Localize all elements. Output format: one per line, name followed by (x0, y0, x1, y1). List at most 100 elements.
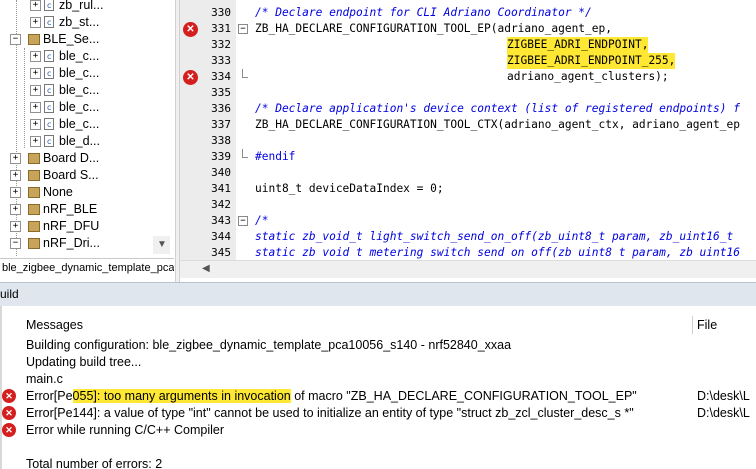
collapse-icon[interactable]: − (10, 238, 21, 249)
expand-icon[interactable]: + (10, 204, 21, 215)
c-file-icon (44, 116, 54, 133)
code-text: ZIGBEE_ADRI_ENDPOINT_255, (507, 53, 676, 69)
tree-item-label: ble_c... (59, 100, 100, 114)
tree-item-label: nRF_Dri... (43, 236, 100, 250)
tree-item-label: zb_rul... (59, 0, 104, 12)
code-line: 341 uint8_t deviceDataIndex = 0; (180, 181, 756, 197)
build-message-error[interactable]: Error[Pe144]: a value of type "int" cann… (26, 405, 634, 422)
line-number: 339 (211, 150, 231, 163)
tree-item-label: None (43, 185, 73, 199)
code-text: /* Declare endpoint for CLI Adriano Coor… (255, 6, 592, 19)
tree-item-label: ble_c... (59, 117, 100, 131)
collapse-icon[interactable]: − (10, 34, 21, 45)
code-line: 339 #endif (180, 149, 756, 165)
column-separator[interactable] (692, 316, 693, 334)
error-icon: ✕ (2, 423, 16, 437)
tree-item-label: ble_c... (59, 49, 100, 63)
code-line: 330 /* Declare endpoint for CLI Adriano … (180, 5, 756, 21)
error-icon[interactable]: ✕ (183, 70, 198, 85)
line-number: 344 (211, 230, 231, 243)
code-line: 333 ZIGBEE_ADRI_ENDPOINT_255, (180, 53, 756, 69)
build-message[interactable]: main.c (26, 371, 63, 388)
code-text: static zb_void_t light_switch_send_on_of… (255, 230, 734, 243)
code-text: adriano_agent_clusters); (507, 70, 669, 83)
code-line: 335 (180, 85, 756, 101)
expand-icon[interactable]: + (30, 102, 41, 113)
code-text: ZIGBEE_ADRI_ENDPOINT, (507, 37, 649, 53)
tree-item-label: BLE_Se... (43, 32, 100, 46)
build-message-file[interactable]: D:\desk\L (697, 405, 750, 422)
line-number: 333 (211, 54, 231, 67)
line-number: 337 (211, 118, 231, 131)
chevron-down-icon[interactable]: ▼ (157, 239, 167, 250)
code-line: 337 ZB_HA_DECLARE_CONFIGURATION_TOOL_CTX… (180, 117, 756, 133)
line-number: 335 (211, 86, 231, 99)
expand-icon[interactable]: + (30, 136, 41, 147)
code-text: /* (255, 214, 269, 227)
folder-icon (28, 34, 40, 45)
code-line: 344 static zb_void_t light_switch_send_o… (180, 229, 756, 245)
tree-item-label: Board D... (43, 151, 100, 165)
expand-icon[interactable]: + (30, 85, 41, 96)
messages-header: Messages File (20, 314, 756, 336)
panel-edge (0, 306, 2, 469)
code-line: ✕ 334 adriano_agent_clusters); (180, 69, 756, 85)
expand-icon[interactable]: + (10, 170, 21, 181)
build-message-file[interactable]: D:\desk\L (697, 388, 750, 405)
expand-icon[interactable]: + (30, 119, 41, 130)
tree-scrollbar[interactable]: ▼ (153, 236, 170, 254)
code-line: 342 (180, 197, 756, 213)
messages-column-header[interactable]: Messages (26, 314, 83, 336)
expand-icon[interactable]: + (10, 221, 21, 232)
line-number: 332 (211, 38, 231, 51)
error-icon: ✕ (2, 389, 16, 403)
line-number: 336 (211, 102, 231, 115)
build-panel-title: uild (0, 282, 756, 306)
workspace-tab[interactable]: ble_zigbee_dynamic_template_pca1 (0, 258, 174, 278)
folder-icon (28, 153, 40, 164)
c-file-icon (44, 0, 54, 14)
error-icon[interactable]: ✕ (183, 22, 198, 37)
highlighted-fragment: 055]: too many arguments in invocation (72, 389, 291, 403)
file-column-header[interactable]: File (697, 314, 717, 336)
build-message-error[interactable]: Error while running C/C++ Compiler (26, 422, 224, 439)
tree-item-label: nRF_BLE (43, 202, 98, 216)
c-file-icon (44, 14, 54, 31)
editor-horizontal-scrollbar[interactable]: ◀ (180, 260, 756, 278)
code-text: uint8_t deviceDataIndex = 0; (255, 182, 444, 195)
expand-icon[interactable]: + (10, 187, 21, 198)
build-message[interactable]: Updating build tree... (26, 354, 141, 371)
tree-item-label: Board S... (43, 168, 99, 182)
line-number: 342 (211, 198, 231, 211)
code-line: 343 − /* (180, 213, 756, 229)
code-text: ZB_HA_DECLARE_CONFIGURATION_TOOL_CTX(adr… (255, 118, 740, 131)
tree-item-label: zb_st... (59, 15, 100, 29)
build-message-error[interactable]: Error[Pe055]: too many arguments in invo… (26, 388, 637, 405)
c-file-icon (44, 133, 54, 150)
line-number: 340 (211, 166, 231, 179)
code-line: 336 /* Declare application's device cont… (180, 101, 756, 117)
c-file-icon (44, 65, 54, 82)
expand-icon[interactable]: + (30, 68, 41, 79)
tree-item-label: ble_d... (59, 134, 101, 148)
fold-collapse-icon[interactable]: − (238, 24, 248, 34)
build-summary[interactable]: Total number of errors: 2 (26, 456, 162, 469)
chevron-left-icon[interactable]: ◀ (202, 263, 210, 274)
fold-collapse-icon[interactable]: − (238, 216, 248, 226)
folder-icon (28, 170, 40, 181)
c-file-icon (44, 99, 54, 116)
build-messages-panel[interactable]: Messages File Building configuration: bl… (0, 306, 756, 469)
c-file-icon (44, 48, 54, 65)
code-line: 345 static zb void t metering switch sen… (180, 245, 756, 260)
folder-icon (28, 187, 40, 198)
expand-icon[interactable]: + (10, 153, 21, 164)
code-editor[interactable]: 330 /* Declare endpoint for CLI Adriano … (180, 0, 756, 260)
build-message[interactable]: Building configuration: ble_zigbee_dynam… (26, 337, 511, 354)
code-text: /* Declare application's device context … (255, 102, 740, 115)
ide-window: + zb_rul... + zb_st... − BLE_Se... + ble… (0, 0, 756, 469)
expand-icon[interactable]: + (30, 17, 41, 28)
expand-icon[interactable]: + (30, 0, 41, 11)
project-tree[interactable]: + zb_rul... + zb_st... − BLE_Se... + ble… (0, 0, 172, 256)
expand-icon[interactable]: + (30, 51, 41, 62)
code-text: static zb void t metering switch send on… (255, 246, 740, 259)
